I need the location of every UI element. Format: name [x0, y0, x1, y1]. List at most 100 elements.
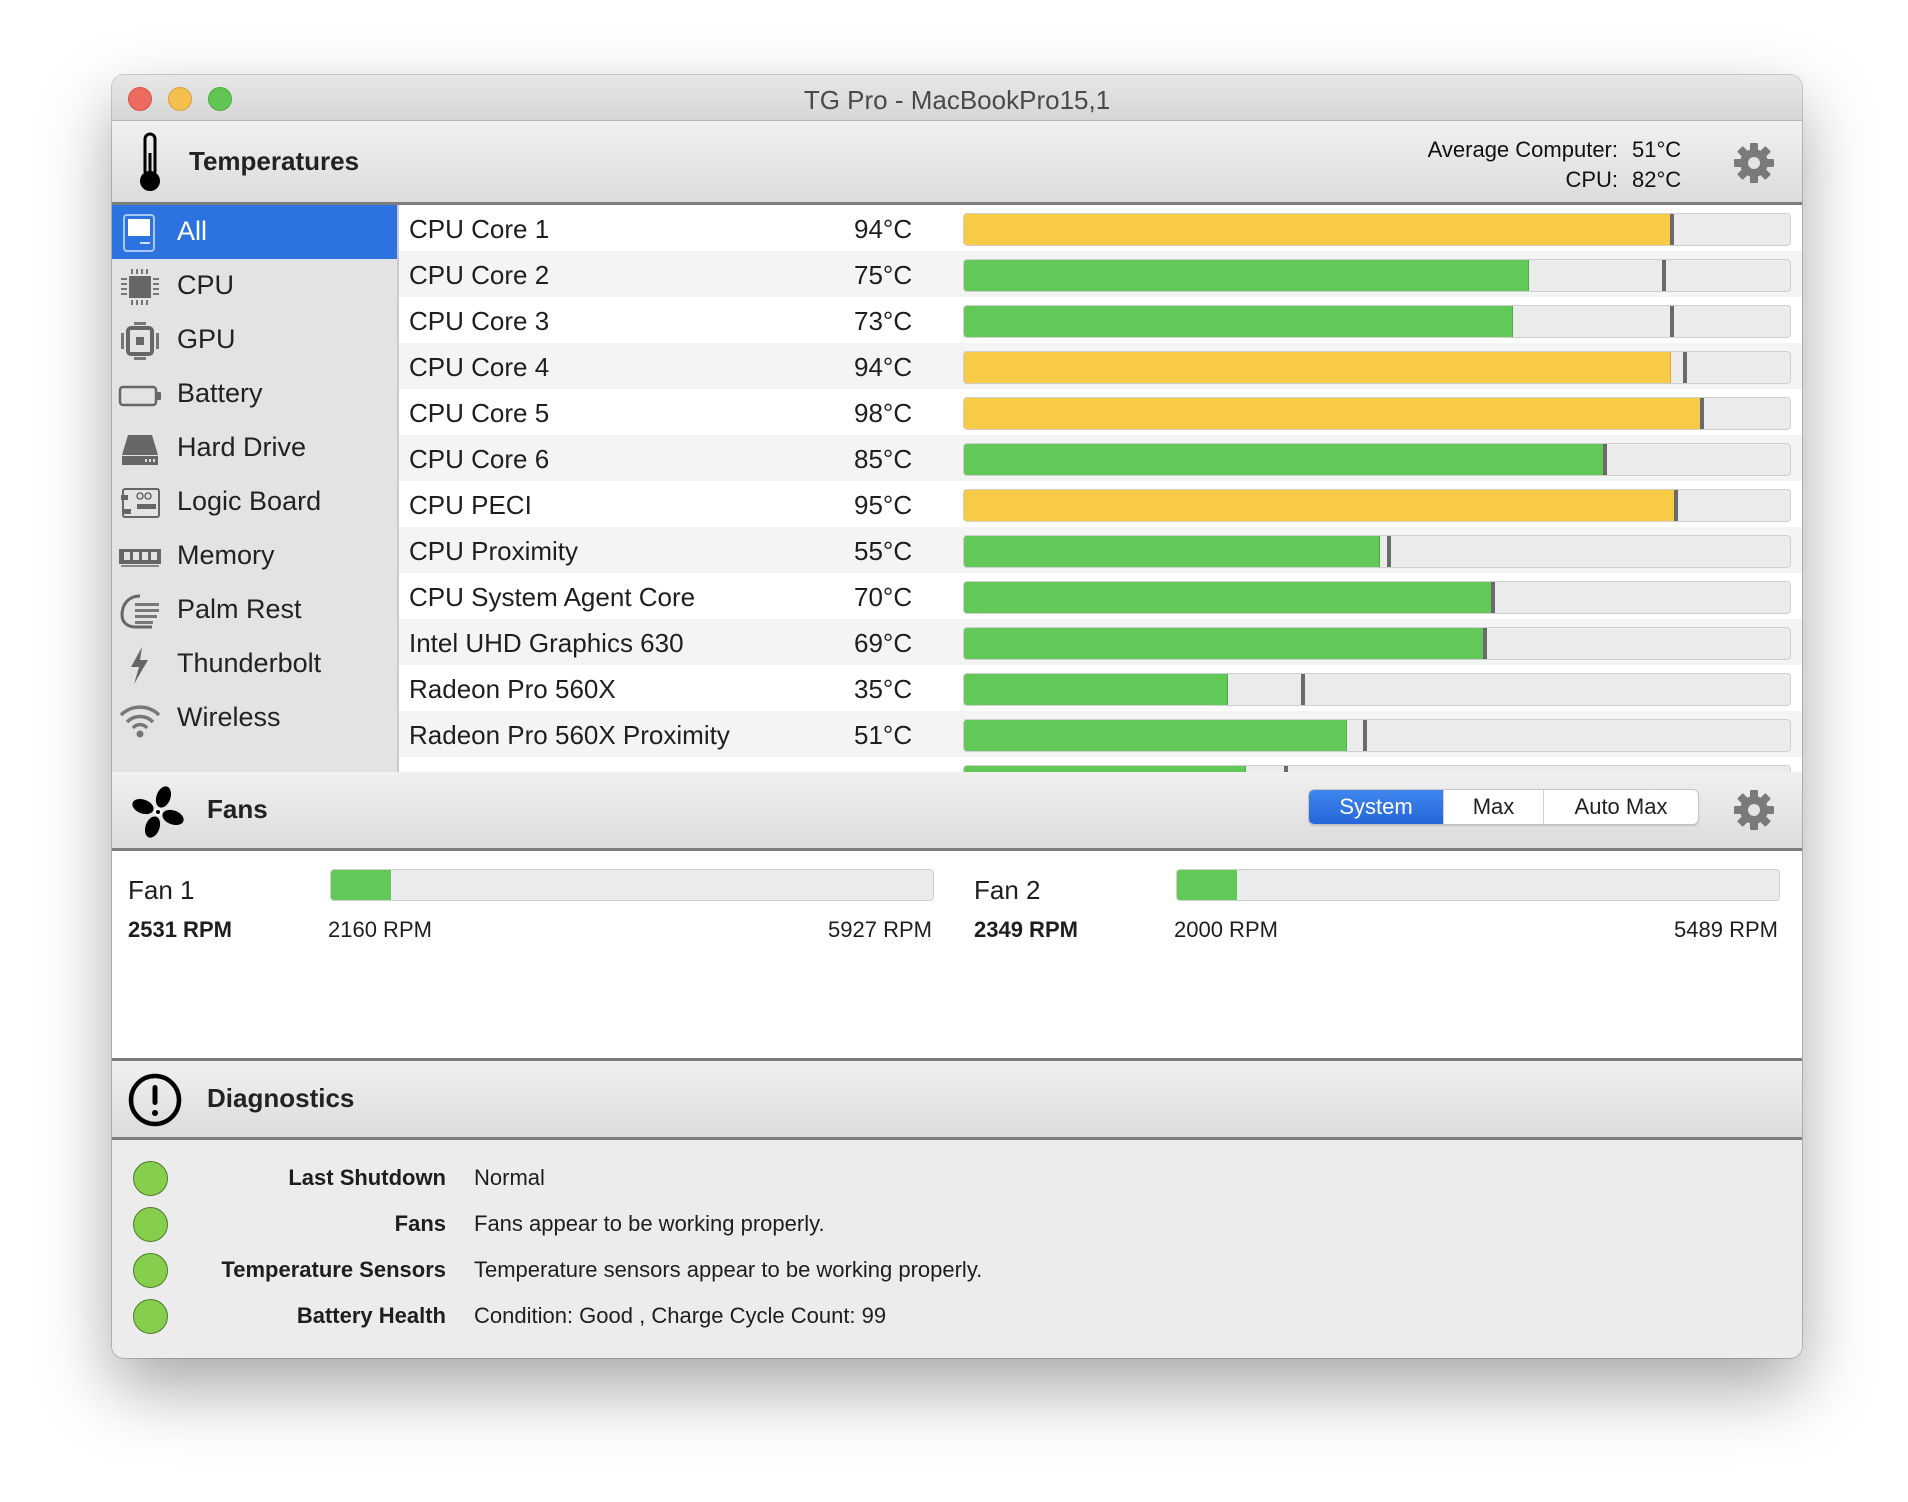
diagnostic-row: Fans Fans appear to be working properly. — [112, 1201, 1802, 1247]
sensor-row[interactable]: Radeon Pro 560X Proximity 51°C — [399, 711, 1802, 757]
sidebar-item-memory[interactable]: Memory — [112, 529, 397, 583]
fan-speed-bar — [330, 869, 934, 901]
sidebar-item-logic-board[interactable]: Logic Board — [112, 475, 397, 529]
max-temperature-marker — [1669, 306, 1674, 337]
temperature-bar — [963, 259, 1791, 292]
diagnostic-value: Condition: Good , Charge Cycle Count: 99 — [474, 1303, 887, 1328]
sidebar-item-hard-drive[interactable]: Hard Drive — [112, 421, 397, 475]
sensor-temperature: 85°C — [854, 444, 913, 474]
sensor-name: CPU Proximity — [409, 536, 579, 566]
sidebar-item-cpu[interactable]: CPU — [112, 259, 397, 313]
sensor-row[interactable]: CPU Core 3 73°C — [399, 297, 1802, 343]
sensor-row[interactable]: CPU Proximity 55°C — [399, 527, 1802, 573]
fans-settings-gear-icon[interactable] — [1732, 788, 1776, 832]
fan-mode-system[interactable]: System — [1309, 790, 1444, 824]
sensor-row[interactable]: CPU Core 4 94°C — [399, 343, 1802, 389]
sensor-temperature: 95°C — [854, 490, 913, 520]
sidebar-item-label: Palm Rest — [177, 594, 302, 624]
sidebar-item-all[interactable]: All — [112, 205, 397, 259]
max-temperature-marker — [1683, 352, 1688, 383]
sensor-temperature: 73°C — [854, 306, 913, 336]
thunderbolt-icon — [131, 647, 148, 684]
temperature-bar-fill — [964, 306, 1513, 337]
temperatures-title: Temperatures — [189, 146, 360, 176]
diagnostic-row: Last Shutdown Normal — [112, 1155, 1802, 1201]
diagnostic-value: Fans appear to be working properly. — [474, 1211, 825, 1236]
sidebar-item-wireless[interactable]: Wireless — [112, 691, 397, 745]
max-temperature-marker — [1602, 444, 1607, 475]
average-computer-label: Average Computer: — [1427, 137, 1618, 162]
diagnostic-label: Fans — [394, 1211, 446, 1236]
sensor-temperature: 75°C — [854, 260, 913, 290]
sensor-temperature: 70°C — [854, 582, 913, 612]
status-ok-indicator — [133, 1207, 168, 1242]
temperatures-header: Temperatures Average Computer: 51°C CPU: 8… — [112, 121, 1802, 205]
temperature-bar-fill — [964, 628, 1487, 659]
average-cpu-value: 82°C — [1632, 167, 1682, 192]
sensor-temperature: 55°C — [854, 536, 913, 566]
diagnostic-label: Battery Health — [296, 1303, 446, 1328]
fan-mode-max[interactable]: Max — [1444, 790, 1544, 824]
temperature-bar-fill — [964, 398, 1703, 429]
hard-drive-icon — [122, 435, 158, 465]
sidebar-item-gpu[interactable]: GPU — [112, 313, 397, 367]
sensor-row[interactable]: CPU Core 2 75°C — [399, 251, 1802, 297]
temperature-bar — [963, 765, 1791, 772]
sensor-row[interactable]: CPU Core 1 94°C — [399, 205, 1802, 251]
sensor-name: Radeon Pro 560X — [409, 674, 616, 704]
temperature-bar-fill — [964, 260, 1530, 291]
sensor-row[interactable]: CPU Core 5 98°C — [399, 389, 1802, 435]
fan-mode-auto-max[interactable]: Auto Max — [1544, 790, 1698, 824]
fan-current-rpm: 2349 RPM — [974, 917, 1078, 942]
temperature-bar-fill — [964, 214, 1673, 245]
temperature-bar-fill — [964, 536, 1381, 567]
sidebar-item-palm-rest[interactable]: Palm Rest — [112, 583, 397, 637]
sensor-temperature: 51°C — [854, 720, 913, 750]
fan-speed-fill — [1177, 870, 1238, 900]
max-temperature-marker — [1483, 628, 1488, 659]
max-temperature-marker — [1662, 260, 1667, 291]
sidebar-item-thunderbolt[interactable]: Thunderbolt — [112, 637, 397, 691]
temperature-bar-fill — [964, 674, 1228, 705]
temperature-bar — [963, 213, 1791, 246]
sensor-row[interactable]: Radeon Pro 560X 35°C — [399, 665, 1802, 711]
sensor-name: Radeon Pro 560X Proximity — [409, 720, 730, 750]
sensor-name: Intel UHD Graphics 630 — [409, 628, 684, 658]
temperatures-settings-gear-icon[interactable] — [1732, 141, 1776, 185]
fan-mode-selector[interactable]: System Max Auto Max — [1308, 789, 1699, 825]
cpu-chip-icon — [121, 269, 159, 305]
sensor-temperature: 94°C — [854, 214, 913, 244]
sensor-temperature: 69°C — [854, 628, 913, 658]
sensor-name: CPU Core 1 — [409, 214, 550, 244]
sensor-name: CPU Core 6 — [409, 444, 550, 474]
fan-2: Fan 2 2349 RPM 2000 RPM 5489 RPM — [958, 851, 1802, 971]
logic-board-icon — [121, 488, 160, 518]
temperature-bar — [963, 305, 1791, 338]
sensor-row[interactable] — [399, 757, 1802, 772]
sensor-row[interactable]: CPU Core 6 85°C — [399, 435, 1802, 481]
sensor-list[interactable]: CPU Core 1 94°C CPU Core 2 75°C CPU Core 3 73… — [399, 205, 1802, 772]
sensor-name: CPU Core 3 — [409, 306, 550, 336]
fan-max-rpm: 5489 RPM — [1674, 917, 1778, 942]
temperature-bar-fill — [964, 352, 1672, 383]
sensor-row[interactable]: CPU PECI 95°C — [399, 481, 1802, 527]
sensor-temperature: 98°C — [854, 398, 913, 428]
sensor-row[interactable]: Intel UHD Graphics 630 69°C — [399, 619, 1802, 665]
status-ok-indicator — [133, 1161, 168, 1196]
sensor-row[interactable]: CPU System Agent Core 70°C — [399, 573, 1802, 619]
temperature-bar — [963, 443, 1791, 476]
window-title: TG Pro - MacBookPro15,1 — [803, 85, 1111, 115]
temperature-bar-fill — [964, 444, 1606, 475]
fan-name: Fan 2 — [974, 875, 1041, 905]
temperature-bar — [963, 719, 1791, 752]
temperature-bar — [963, 673, 1791, 706]
diagnostic-label: Temperature Sensors — [221, 1257, 446, 1282]
sidebar-item-battery[interactable]: Battery — [112, 367, 397, 421]
sidebar-item-label: Hard Drive — [177, 432, 307, 462]
sidebar-item-label: CPU — [177, 270, 235, 300]
computer-icon — [123, 214, 155, 252]
max-temperature-marker — [1669, 214, 1674, 245]
temperature-bar-fill — [964, 582, 1494, 613]
sensor-name: CPU Core 2 — [409, 260, 550, 290]
title-bar[interactable]: TG Pro - MacBookPro15,1 — [112, 75, 1802, 121]
